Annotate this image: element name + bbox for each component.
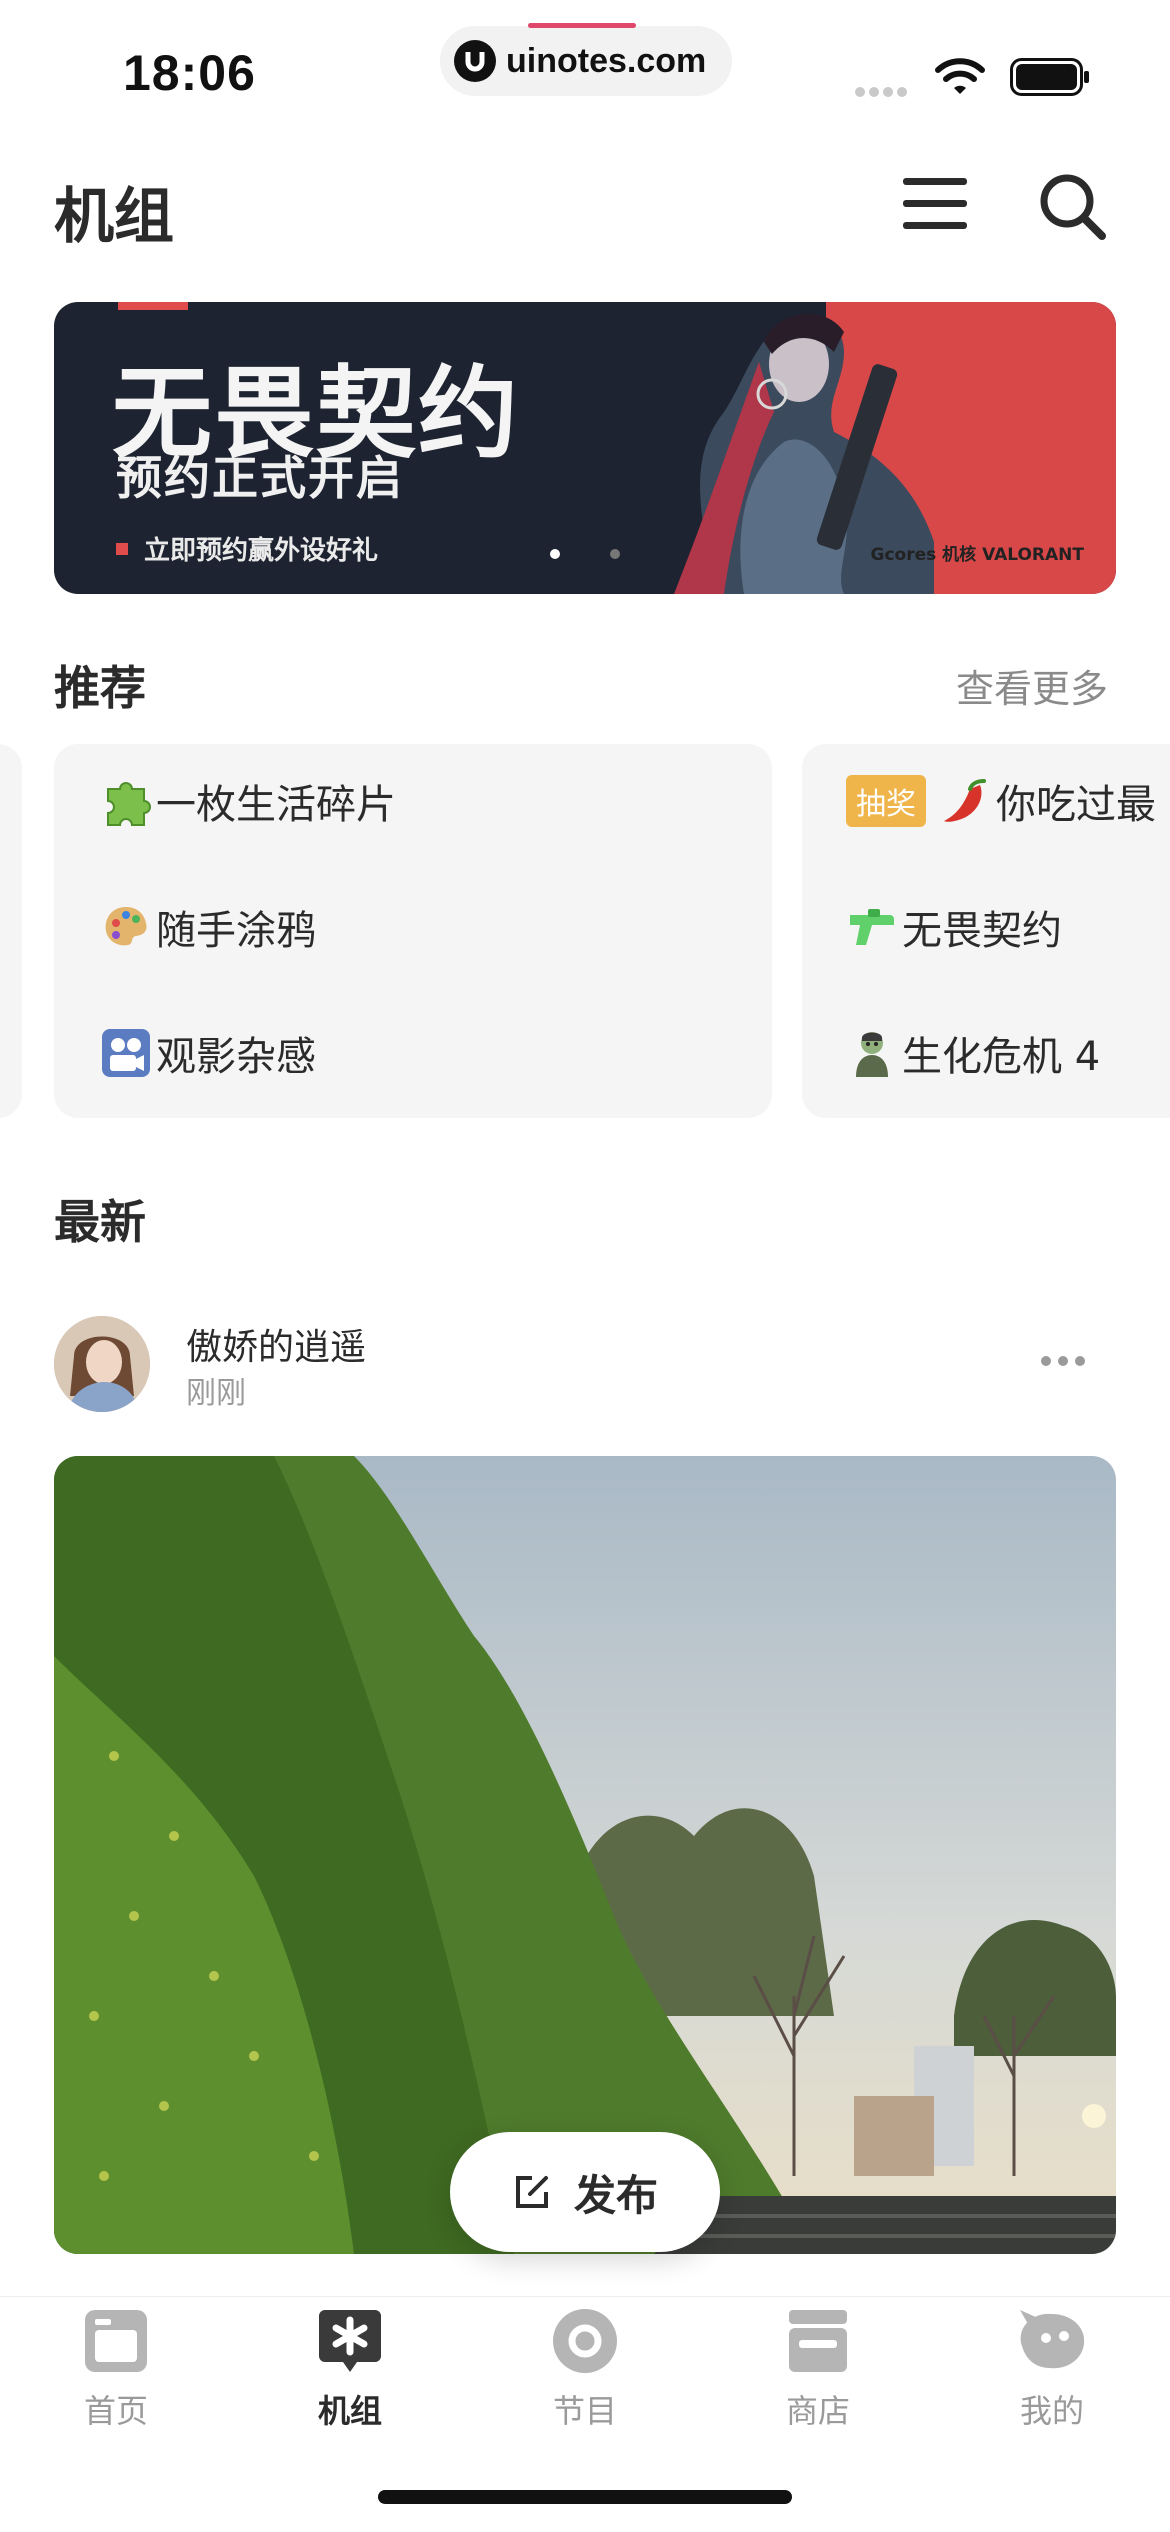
recommend-title: 推荐: [54, 661, 146, 715]
asterisk-chat-icon: [319, 2310, 381, 2372]
puzzle-icon: [107, 782, 151, 826]
recommend-item[interactable]: 无畏契约: [846, 898, 1062, 956]
radio-icon: [553, 2309, 617, 2373]
recommend-item-label: 你吃过最: [996, 782, 1156, 828]
lottery-tag: 抽奖: [846, 775, 926, 827]
zombie-icon: [856, 1032, 888, 1077]
water-gun-icon: [850, 909, 894, 945]
recommend-item[interactable]: 一枚生活碎片: [100, 772, 396, 830]
tab-profile[interactable]: 我的: [962, 2300, 1142, 2440]
tab-label: 商店: [785, 2392, 850, 2430]
banner-pagination: [550, 544, 670, 563]
recommend-card-prev[interactable]: [0, 744, 22, 1118]
film-camera-icon: [102, 1029, 150, 1077]
site-logo-icon: [454, 40, 496, 82]
banner-logos: Gcores 机核 VALORANT: [870, 545, 1085, 565]
tab-label: 首页: [83, 2392, 148, 2430]
tab-label: 节目: [552, 2392, 617, 2430]
see-more-link[interactable]: 查看更多: [956, 658, 1108, 713]
store-icon: [789, 2310, 847, 2372]
recommend-item-label: 一枚生活碎片: [156, 782, 396, 828]
banner-cta: 立即预约赢外设好礼: [116, 530, 378, 567]
tab-group[interactable]: 机组: [260, 2300, 440, 2440]
chili-icon: [944, 779, 986, 822]
tab-label: 我的: [1019, 2392, 1084, 2430]
home-icon: [85, 2310, 147, 2372]
post-time: 刚刚: [186, 1376, 246, 1411]
url-pill[interactable]: uinotes.com: [440, 23, 732, 96]
recommend-item[interactable]: 观影杂感: [100, 1024, 316, 1082]
palette-icon: [105, 907, 147, 946]
banner-accent-tab: [118, 302, 188, 310]
avatar-image: [54, 1316, 150, 1412]
promo-banner[interactable]: 无畏契约 预约正式开启 立即预约赢外设好礼 Gcores 机核 VALORANT: [54, 302, 1116, 594]
profile-icon: [1020, 2310, 1085, 2369]
tab-programs[interactable]: 节目: [495, 2300, 675, 2440]
wifi-icon: [935, 58, 985, 94]
page-title: 机组: [54, 182, 174, 252]
recommend-card-1[interactable]: 一枚生活碎片 随手涂鸦 观影杂感: [54, 744, 772, 1118]
recommend-item-label: 观影杂感: [156, 1034, 316, 1080]
recommend-item[interactable]: 抽奖 你吃过最: [846, 772, 1156, 830]
avatar[interactable]: [54, 1316, 150, 1412]
pagination-dot-2: [610, 549, 620, 559]
recommend-item[interactable]: 随手涂鸦: [100, 898, 316, 956]
pagination-dot-1: [550, 549, 560, 559]
recommend-item-label: 随手涂鸦: [156, 908, 316, 954]
edit-icon: [515, 2176, 548, 2208]
tab-label: 机组: [317, 2392, 382, 2430]
url-progress-indicator: [528, 23, 636, 28]
battery-icon: [1010, 58, 1089, 96]
recommend-card-2[interactable]: 抽奖 你吃过最 无畏契约 生化危机 4: [802, 744, 1170, 1118]
banner-subtitle: 预约正式开启: [116, 451, 404, 505]
publish-button[interactable]: 发布: [450, 2132, 720, 2252]
publish-label: 发布: [573, 2170, 658, 2220]
recommend-item-label: 无畏契约: [902, 908, 1062, 954]
tab-store[interactable]: 商店: [728, 2300, 908, 2440]
cellular-signal-icon: [855, 82, 913, 97]
recommend-item-label: 生化危机 4: [902, 1034, 1101, 1080]
home-indicator[interactable]: [378, 2490, 792, 2504]
recommend-item[interactable]: 生化危机 4: [846, 1024, 1100, 1082]
url-text: uinotes.com: [506, 41, 707, 80]
banner-cta-text: 立即预约赢外设好礼: [144, 536, 379, 566]
tab-home[interactable]: 首页: [26, 2300, 206, 2440]
status-time: 18:06: [123, 45, 256, 101]
more-options-icon[interactable]: [1040, 1354, 1086, 1368]
post-author[interactable]: 傲娇的逍遥: [186, 1318, 366, 1370]
menu-icon[interactable]: [903, 176, 967, 232]
latest-title: 最新: [54, 1195, 146, 1249]
search-icon[interactable]: [1038, 172, 1108, 242]
